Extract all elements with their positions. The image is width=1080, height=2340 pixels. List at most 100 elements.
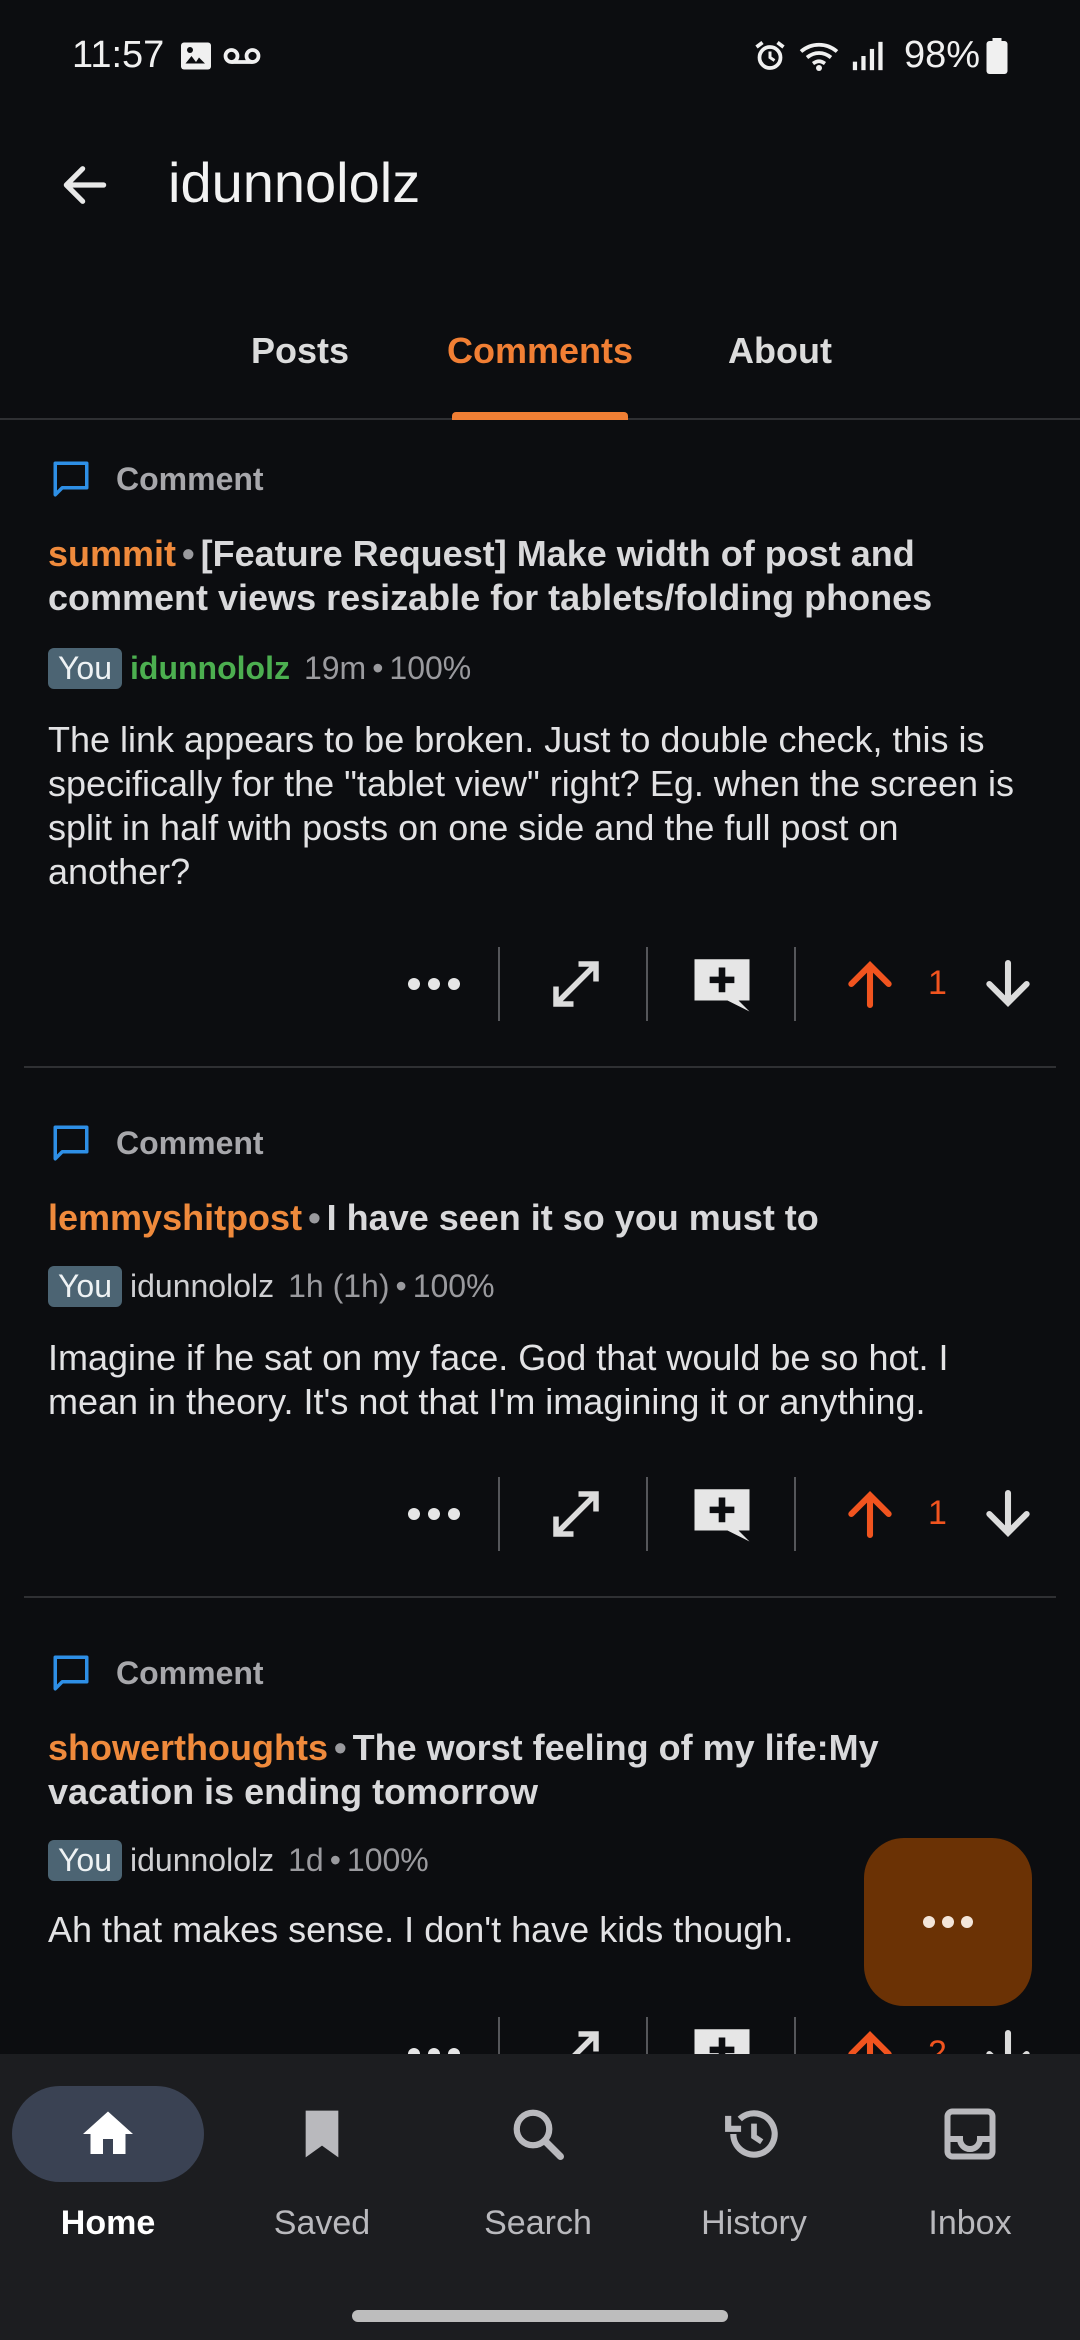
add-comment-icon: [694, 2029, 750, 2054]
app-bar: idunnololz: [0, 116, 1080, 256]
status-bar: 11:57 98%: [0, 0, 1080, 116]
battery-percent: 98%: [903, 34, 980, 76]
score: 1: [928, 1494, 947, 1532]
upvote-button[interactable]: [830, 2014, 910, 2054]
home-indicator: [352, 2310, 728, 2322]
downvote-button[interactable]: [968, 944, 1048, 1024]
back-button[interactable]: [50, 150, 120, 220]
reply-button[interactable]: [682, 2014, 762, 2054]
add-comment-icon: [694, 1489, 750, 1542]
upvote-percent: 100%: [389, 650, 472, 686]
arrow-left-icon: [63, 166, 107, 204]
comment-age: 1d: [288, 1842, 324, 1878]
more-button[interactable]: [394, 1474, 474, 1554]
comment-actions: 1: [24, 944, 1056, 1024]
expand-icon: [553, 961, 599, 1007]
expand-button[interactable]: [536, 2014, 616, 2054]
more-horizontal-icon: [923, 1916, 973, 1928]
home-icon: [83, 2111, 133, 2154]
comment-type: Comment: [50, 1122, 264, 1164]
comment-card[interactable]: Comment lemmyshitpost • I have seen it so …: [24, 1086, 1056, 1598]
nav-inbox[interactable]: Inbox: [870, 2086, 1070, 2243]
comment-type-label: Comment: [116, 460, 264, 497]
nav-search[interactable]: Search: [438, 2086, 638, 2243]
author-name[interactable]: idunnololz: [130, 1268, 274, 1305]
inbox-icon: [944, 2108, 996, 2160]
nav-saved[interactable]: Saved: [222, 2086, 422, 2243]
more-horizontal-icon: [408, 1508, 460, 1520]
reply-button[interactable]: [682, 944, 762, 1024]
upvote-percent: 100%: [346, 1842, 429, 1878]
battery-icon: [986, 38, 1008, 79]
comment-age: 19m: [303, 650, 367, 686]
nav-history[interactable]: History: [654, 2086, 854, 2243]
comment-meta: You idunnololz 1d • 100%: [48, 1840, 429, 1881]
expand-icon: [572, 2031, 599, 2054]
comment-body: Imagine if he sat on my face. God that w…: [48, 1337, 949, 1422]
post-line[interactable]: summit • [Feature Request] Make width of p…: [48, 532, 1028, 620]
author-name[interactable]: idunnololz: [130, 650, 290, 687]
community-name[interactable]: summit: [48, 533, 176, 574]
comment-icon: [53, 461, 89, 497]
more-button[interactable]: [394, 944, 474, 1024]
comment-actions: 2: [24, 2014, 1056, 2054]
expand-icon: [553, 1491, 599, 1537]
comment-age: 1h (1h): [288, 1268, 390, 1304]
nav-home-label: Home: [60, 2204, 156, 2242]
community-name[interactable]: showerthoughts: [48, 1727, 328, 1768]
tab-posts[interactable]: Posts: [230, 330, 370, 372]
nav-inbox-label: Inbox: [928, 2204, 1012, 2242]
add-comment-icon: [694, 959, 750, 1012]
voicemail-icon: [222, 38, 262, 79]
nav-saved-label: Saved: [273, 2204, 371, 2242]
bottom-nav: Home Saved Search History Inbox: [0, 2054, 1080, 2340]
score: 2: [928, 2034, 947, 2054]
more-button[interactable]: [394, 2014, 474, 2054]
arrow-down-icon: [986, 2029, 1030, 2054]
expand-button[interactable]: [536, 944, 616, 1024]
comment-type: Comment: [50, 458, 264, 500]
alarm-icon: [752, 38, 788, 79]
comment-card[interactable]: Comment summit • [Feature Request] Make wi…: [24, 422, 1056, 1068]
nav-history-label: History: [701, 2204, 807, 2242]
upvote-button[interactable]: [830, 1474, 910, 1554]
arrow-up-icon: [848, 1491, 892, 1539]
you-badge: You: [48, 1266, 122, 1307]
post-title[interactable]: I have seen it so you must to: [327, 1197, 819, 1238]
status-time: 11:57: [72, 34, 165, 76]
nav-home[interactable]: Home: [8, 2086, 208, 2243]
post-title[interactable]: [Feature Request] Make width of post and…: [48, 533, 932, 618]
comment-type: Comment: [50, 1652, 264, 1694]
tab-comments[interactable]: Comments: [430, 330, 650, 372]
comment-type-label: Comment: [116, 1654, 264, 1691]
tab-indicator: [452, 412, 628, 420]
arrow-up-icon: [848, 961, 892, 1009]
arrow-down-icon: [986, 1489, 1030, 1537]
post-line[interactable]: showerthoughts • The worst feeling of my l…: [48, 1726, 1028, 1814]
reply-button[interactable]: [682, 1474, 762, 1554]
signal-icon: [850, 38, 884, 79]
comment-actions: 1: [24, 1474, 1056, 1554]
downvote-button[interactable]: [968, 2014, 1048, 2054]
arrow-up-icon: [848, 2031, 892, 2054]
profile-tabs: Posts Comments About: [0, 300, 1080, 420]
author-name[interactable]: idunnololz: [130, 1842, 274, 1879]
history-icon: [725, 2110, 778, 2158]
downvote-button[interactable]: [968, 1474, 1048, 1554]
community-name[interactable]: lemmyshitpost: [48, 1197, 302, 1238]
post-line[interactable]: lemmyshitpost • I have seen it so you must…: [48, 1196, 1028, 1240]
score: 1: [928, 964, 947, 1002]
bookmark-icon: [305, 2110, 339, 2158]
search-icon: [513, 2109, 564, 2160]
expand-button[interactable]: [536, 1474, 616, 1554]
comment-body: The link appears to be broken. Just to d…: [48, 719, 1015, 892]
wifi-icon: [798, 38, 840, 79]
fab-more-button[interactable]: [864, 1838, 1032, 2006]
comment-icon: [53, 1125, 89, 1161]
comment-type-label: Comment: [116, 1124, 264, 1161]
more-horizontal-icon: [408, 2048, 460, 2054]
tab-about[interactable]: About: [710, 330, 850, 372]
page-title: idunnololz: [168, 151, 421, 214]
upvote-button[interactable]: [830, 944, 910, 1024]
comment-icon: [53, 1655, 89, 1691]
